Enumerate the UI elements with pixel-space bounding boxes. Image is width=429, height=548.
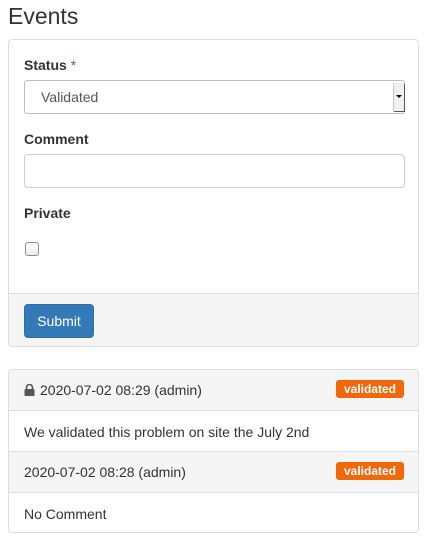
events-list: 2020-07-02 08:29 (admin) validated We va… (8, 369, 419, 533)
event-comment: No Comment (9, 493, 418, 532)
submit-button[interactable]: Submit (24, 304, 94, 338)
lock-icon (24, 384, 35, 396)
event-timestamp: 2020-07-02 08:29 (admin) (40, 382, 202, 398)
private-checkbox[interactable] (25, 242, 39, 256)
event-comment-text: No Comment (24, 506, 107, 522)
event-header: 2020-07-02 08:28 (admin) validated (9, 452, 418, 493)
status-select[interactable]: Validated (24, 80, 405, 114)
page-title: Events (8, 3, 79, 29)
chevron-down-icon[interactable] (393, 83, 404, 111)
event-meta: 2020-07-02 08:29 (admin) (24, 381, 202, 399)
event-meta: 2020-07-02 08:28 (admin) (24, 463, 186, 481)
event-form-body: Status * Validated Comment Private (9, 40, 418, 293)
event-header: 2020-07-02 08:29 (admin) validated (9, 370, 418, 411)
event-timestamp: 2020-07-02 08:28 (admin) (24, 464, 186, 480)
event-form-panel: Status * Validated Comment Private Submit (8, 39, 419, 347)
status-label-text: Status (24, 57, 67, 73)
status-badge: validated (335, 380, 404, 398)
status-select-value: Validated (41, 89, 99, 105)
event-comment: We validated this problem on site the Ju… (9, 411, 418, 452)
private-label: Private (24, 205, 71, 221)
form-footer: Submit (9, 293, 418, 346)
status-badge: validated (335, 462, 404, 480)
required-marker: * (70, 57, 77, 73)
comment-input[interactable] (24, 154, 405, 188)
comment-label: Comment (24, 131, 89, 147)
event-comment-text: We validated this problem on site the Ju… (24, 424, 310, 440)
status-label: Status * (24, 56, 76, 74)
